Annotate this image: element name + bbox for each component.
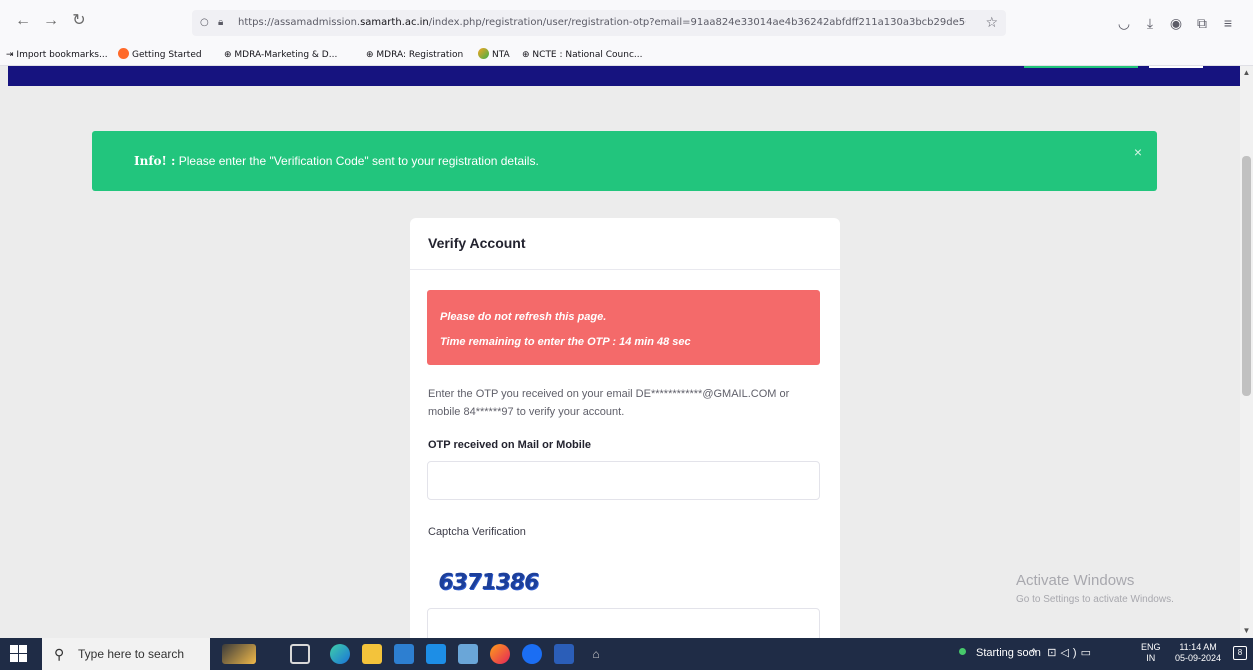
shield-icon: ○ [200,17,209,28]
back-arrow-icon[interactable]: ← [12,10,34,32]
pocket-icon[interactable]: ◡ [1114,13,1134,33]
taskbar-search[interactable]: ⚲ Type here to search [42,638,210,670]
scroll-up-arrow-icon[interactable]: ▲ [1241,66,1252,80]
otp-input[interactable] [427,461,820,500]
info-alert-message: Please enter the "Verification Code" sen… [175,154,539,168]
captcha-image: 6371386 [436,570,540,595]
bookmark-ncte[interactable]: ⊕ NCTE : National Counc... [522,48,642,62]
bookmark-nta[interactable]: NTA [478,48,510,62]
graduation-cap-icon[interactable] [222,644,256,664]
header-button-white[interactable] [1149,66,1203,68]
extensions-icon[interactable]: ⧉ [1192,13,1212,33]
nta-icon [478,48,489,59]
bookmark-import[interactable]: ⇥ Import bookmarks... [6,48,108,62]
otp-label: OTP received on Mail or Mobile [428,439,592,451]
scrollbar-thumb[interactable] [1242,156,1251,396]
close-icon[interactable]: × [1134,145,1142,159]
network-icon[interactable]: ⊡ [1047,647,1060,659]
firefox-taskbar-icon[interactable] [490,644,510,664]
captcha-label: Captcha Verification [428,526,526,538]
status-dot-icon [959,648,966,655]
chat-icon[interactable]: ▭ [1081,647,1095,659]
photos-icon[interactable] [458,644,478,664]
language-indicator[interactable]: ENG IN [1141,642,1161,664]
bookmarks-bar: ⇥ Import bookmarks... Getting Started ⊕ … [0,44,1253,66]
firefox-icon [118,48,129,59]
card-divider [410,269,840,270]
lock-icon[interactable]: 🔒︎ [218,10,232,36]
watermark-subtitle: Go to Settings to activate Windows. [1016,594,1174,605]
bookmark-getting-started[interactable]: Getting Started [118,48,202,62]
download-icon[interactable]: ⤓ [1140,13,1160,33]
site-header [8,66,1240,86]
speaker-icon[interactable]: ◁) [1060,647,1080,659]
microsoft-store-icon[interactable] [394,644,414,664]
globe-icon: ⊕ [366,50,374,60]
watermark-title: Activate Windows [1016,572,1135,589]
forward-arrow-icon[interactable]: → [40,10,62,32]
card-title: Verify Account [428,235,526,251]
task-view-icon[interactable] [290,644,310,664]
header-button-green[interactable] [1024,66,1138,68]
search-icon: ⚲ [54,646,65,662]
page-scrollbar[interactable]: ▲ ▼ [1240,66,1253,638]
reload-icon[interactable]: ↻ [68,10,90,32]
import-icon: ⇥ [6,50,14,60]
chevron-up-icon[interactable]: ^ [1031,647,1040,659]
bookmark-mdra-marketing[interactable]: ⊕ MDRA-Marketing & D... [224,48,337,62]
notification-icon[interactable]: 8 [1233,646,1247,660]
edge-icon[interactable] [330,644,350,664]
page-viewport: Info! : Please enter the "Verification C… [0,66,1253,638]
bookmark-star-icon[interactable]: ☆ [985,10,998,36]
clock[interactable]: 11:14 AM 05-09-2024 [1175,642,1221,664]
otp-help-text: Enter the OTP you received on your email… [428,388,790,418]
windows-taskbar: ⚲ Type here to search ⌂ Starting soon ^ … [0,638,1253,670]
globe-icon: ⊕ [224,50,232,60]
browser-toolbar: ← → ↻ ○ 🔒︎ https://assamadmission.samart… [0,0,1253,44]
menu-icon[interactable]: ≡ [1218,13,1238,33]
file-explorer-icon[interactable] [362,644,382,664]
bookmark-mdra-registration[interactable]: ⊕ MDRA: Registration [366,48,463,62]
search-placeholder: Type here to search [78,647,185,661]
verify-account-card: Verify Account Please do not refresh thi… [410,218,840,638]
scroll-down-arrow-icon[interactable]: ▼ [1241,624,1252,638]
otp-timer-alert: Please do not refresh this page. Time re… [427,290,820,365]
webex-icon[interactable] [522,644,542,664]
activate-windows-watermark: Activate Windows Go to Settings to activ… [1016,572,1174,605]
url-text: https://assamadmission.samarth.ac.in/ind… [238,17,966,28]
globe-icon: ⊕ [522,50,530,60]
mail-icon[interactable] [426,644,446,664]
info-alert-prefix: Info! : [134,154,176,168]
otp-time-remaining: Time remaining to enter the OTP : 14 min… [440,336,691,348]
weather-status[interactable]: Starting soon [959,647,1041,659]
account-icon[interactable]: ◉ [1166,13,1186,33]
app-icon[interactable]: ⌂ [586,644,606,664]
info-alert: Info! : Please enter the "Verification C… [92,131,1157,191]
tray-icons[interactable]: ^ ⊡◁)▭ [1031,646,1095,659]
windows-start-icon[interactable] [10,645,28,663]
captcha-input[interactable] [427,608,820,638]
no-refresh-warning: Please do not refresh this page. [440,311,607,323]
address-bar[interactable]: ○ 🔒︎ https://assamadmission.samarth.ac.i… [192,10,1006,36]
word-icon[interactable] [554,644,574,664]
